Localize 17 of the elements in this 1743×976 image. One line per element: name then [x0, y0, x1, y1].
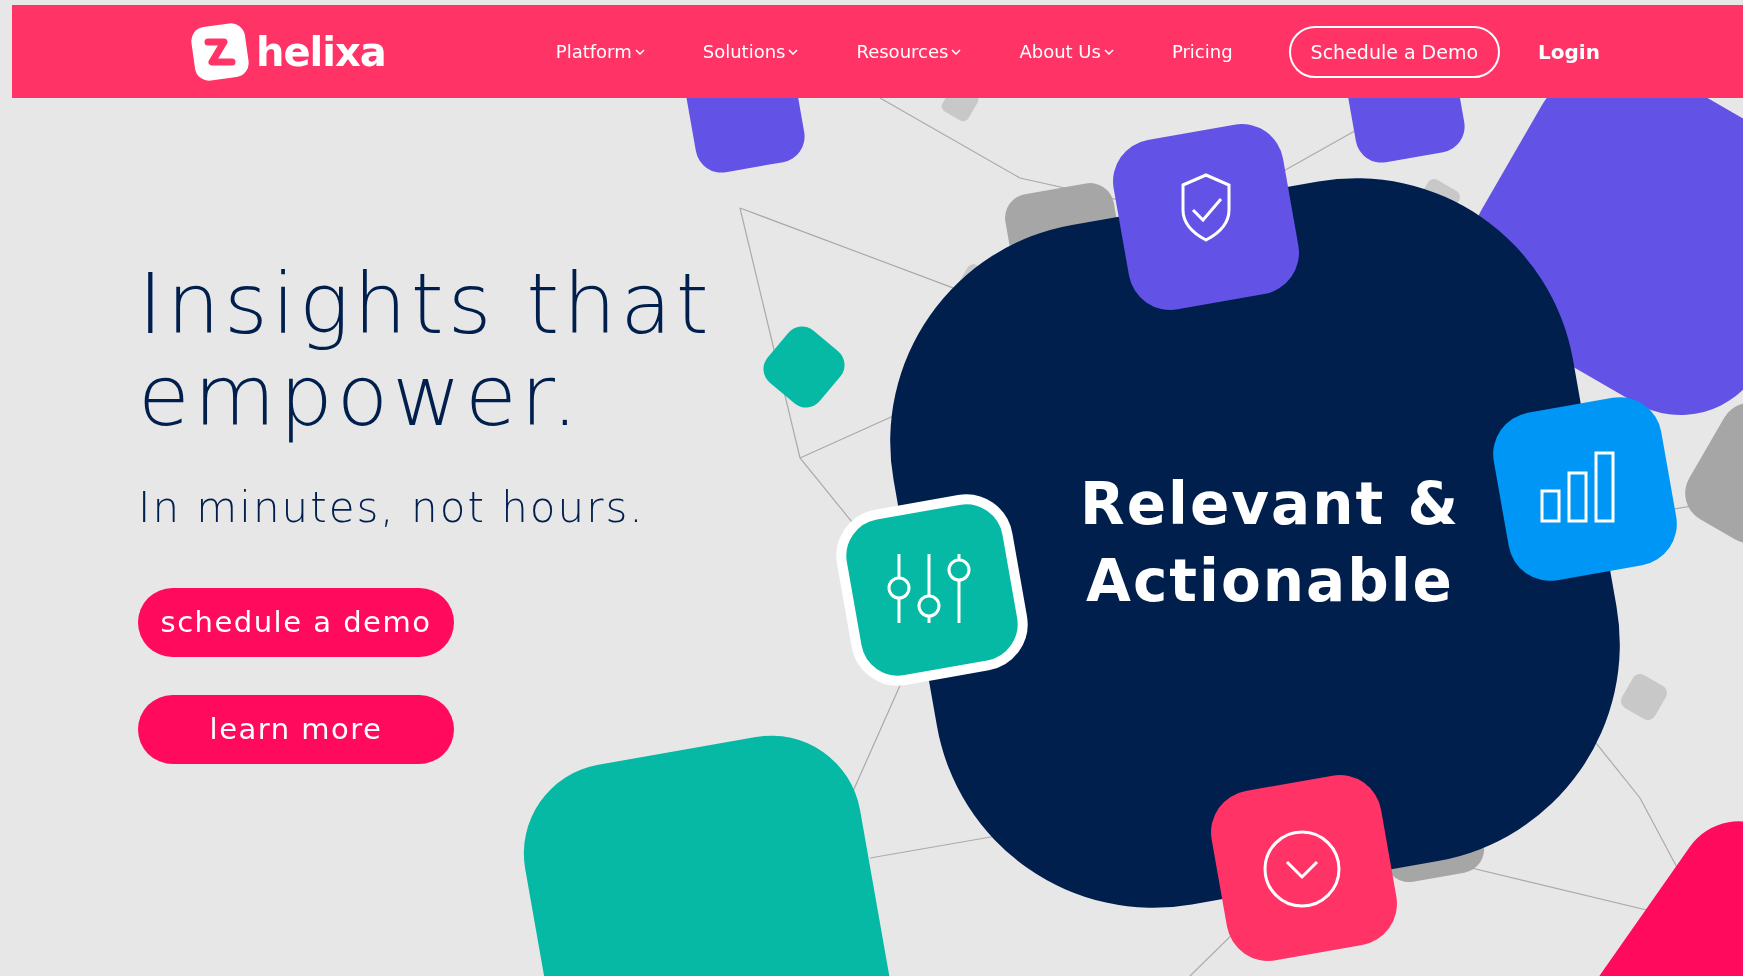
caret-icon [1103, 48, 1114, 55]
nav-link[interactable]: Pricing [1171, 41, 1233, 62]
nav-link[interactable]: Platform [555, 41, 645, 62]
nav-link[interactable]: About Us [1019, 41, 1114, 62]
hero-headline: Insights that empower. [138, 258, 714, 443]
logo-wordmark[interactable]: helixa [256, 28, 386, 75]
nav-link[interactable]: Resources [856, 41, 962, 62]
schedule-demo-button[interactable]: Schedule a Demo [1288, 25, 1501, 78]
login-link[interactable]: Login [1538, 39, 1600, 64]
hero-subheadline: In minutes, not hours. [138, 482, 645, 532]
caret-icon [634, 48, 645, 55]
hero-badge-text: Relevant & Actionable [1079, 469, 1461, 617]
nav-link[interactable]: Solutions [702, 41, 799, 62]
caret-icon [951, 48, 962, 55]
learn-more-button[interactable]: learn more [138, 694, 454, 764]
schedule-demo-button[interactable]: schedule a demo [138, 587, 454, 657]
caret-icon [788, 48, 799, 55]
